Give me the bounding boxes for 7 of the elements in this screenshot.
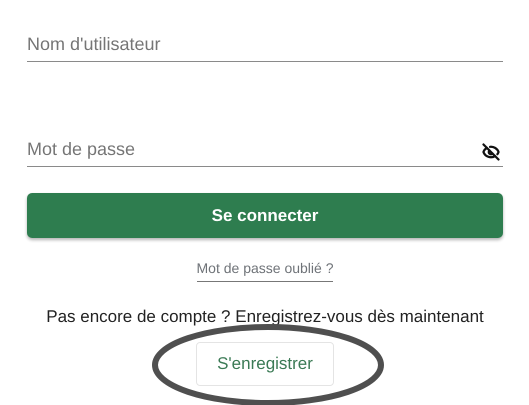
forgot-password-link[interactable]: Mot de passe oublié ? <box>196 258 334 282</box>
register-button[interactable]: S'enregistrer <box>196 342 334 386</box>
username-field[interactable]: Nom d'utilisateur <box>27 28 503 62</box>
signup-prompt: Pas encore de compte ? Enregistrez-vous dès maintenant <box>45 306 485 328</box>
login-button[interactable]: Se connecter <box>27 193 503 238</box>
eye-off-icon[interactable] <box>482 143 500 161</box>
password-field[interactable]: Mot de passe <box>27 133 503 167</box>
